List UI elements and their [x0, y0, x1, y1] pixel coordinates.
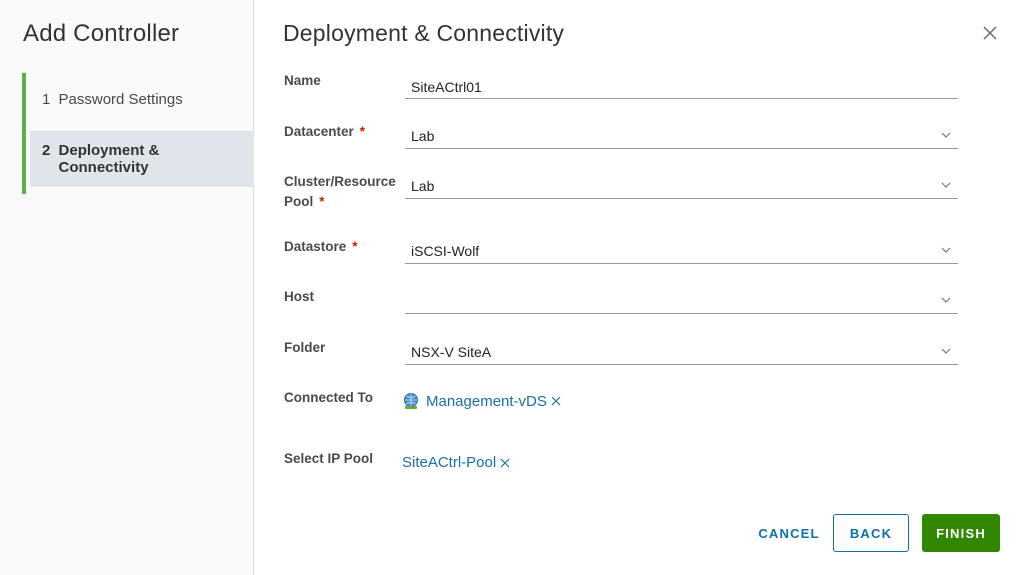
remove-icon[interactable]	[551, 396, 561, 406]
datastore-value: iSCSI-Wolf	[411, 243, 480, 259]
chevron-down-icon	[941, 348, 951, 354]
datacenter-select[interactable]: Lab	[405, 121, 958, 149]
remove-icon[interactable]	[500, 458, 510, 468]
connected-to-label: Connected To	[284, 390, 373, 405]
ip-pool-link[interactable]: SiteACtrl-Pool	[402, 454, 496, 471]
chevron-down-icon	[941, 247, 951, 253]
folder-label: Folder	[284, 340, 326, 355]
cluster-select[interactable]: Lab	[405, 171, 958, 199]
required-marker: *	[352, 239, 358, 254]
step-number: 2	[42, 142, 51, 159]
page-title: Deployment & Connectivity	[283, 20, 565, 46]
chevron-down-icon	[941, 182, 951, 188]
chevron-down-icon	[941, 297, 951, 303]
cluster-value: Lab	[411, 178, 435, 194]
required-marker: *	[359, 124, 366, 139]
datastore-label: Datastore *	[284, 239, 358, 254]
name-field[interactable]	[405, 71, 958, 99]
back-button[interactable]: BACK	[833, 514, 909, 552]
cluster-label: Cluster/Resource Pool *	[284, 174, 396, 209]
host-label: Host	[284, 289, 314, 304]
finish-button[interactable]: FINISH	[922, 514, 1000, 552]
step-label: Deployment & Connectivity	[58, 142, 160, 176]
datastore-select[interactable]: iSCSI-Wolf	[405, 236, 958, 264]
name-input[interactable]	[405, 71, 958, 98]
chevron-down-icon	[941, 132, 951, 138]
network-icon	[404, 393, 418, 409]
folder-select[interactable]: NSX-V SiteA	[405, 337, 958, 365]
step-deployment-connectivity[interactable]: 2 Deployment & Connectivity	[30, 131, 254, 187]
wizard-content: Deployment & Connectivity Name Datacente…	[255, 0, 1024, 575]
step-label: Password Settings	[58, 91, 183, 108]
connected-to-link[interactable]: Management-vDS	[426, 393, 547, 410]
ip-pool-tag: SiteACtrl-Pool	[402, 454, 510, 471]
connected-to-tag: Management-vDS	[402, 392, 561, 410]
datacenter-value: Lab	[411, 128, 435, 144]
name-label: Name	[284, 73, 321, 88]
step-password-settings[interactable]: 1 Password Settings	[30, 73, 254, 125]
host-select[interactable]	[405, 286, 958, 314]
step-number: 1	[42, 91, 51, 108]
datacenter-label: Datacenter *	[284, 124, 366, 139]
ip-pool-label: Select IP Pool	[284, 451, 374, 466]
cancel-button[interactable]: CANCEL	[739, 514, 839, 552]
required-marker: *	[319, 194, 325, 209]
close-icon[interactable]	[979, 22, 1001, 44]
wizard-steps: 1 Password Settings 2 Deployment & Conne…	[22, 73, 254, 194]
folder-value: NSX-V SiteA	[411, 344, 492, 360]
wizard-title: Add Controller	[23, 20, 180, 47]
wizard-sidebar: Add Controller 1 Password Settings 2 Dep…	[0, 0, 254, 575]
